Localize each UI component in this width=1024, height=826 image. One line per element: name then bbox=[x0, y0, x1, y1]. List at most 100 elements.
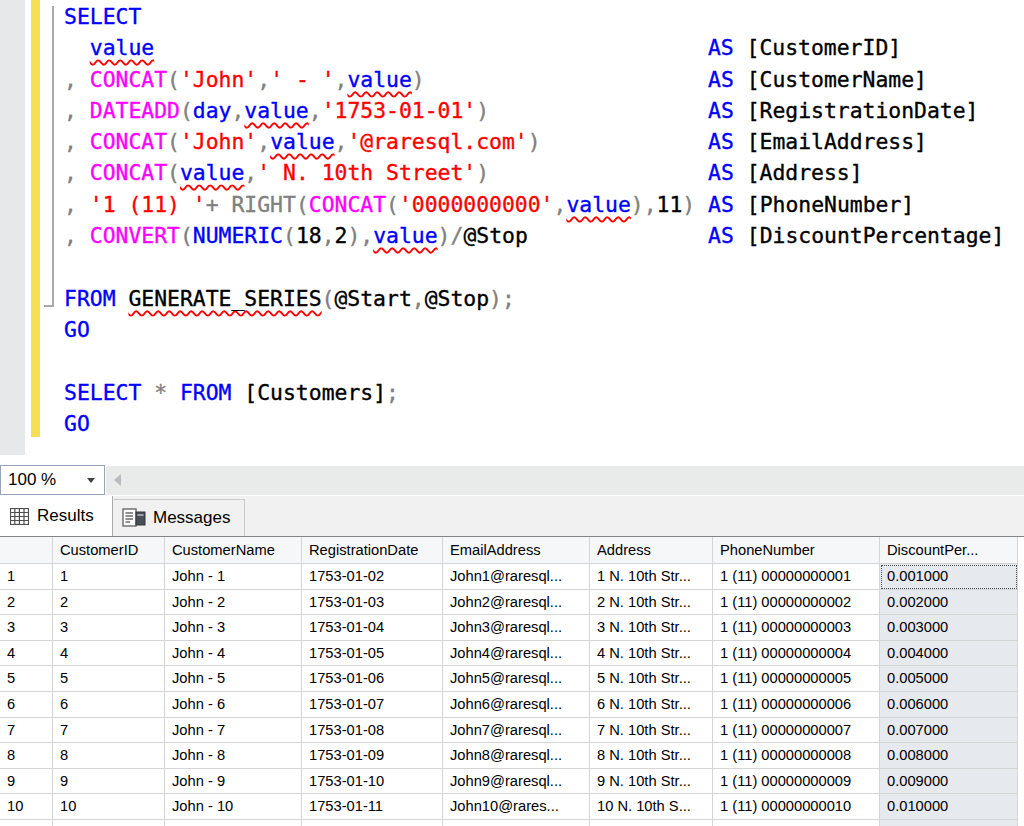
grid-cell[interactable]: 9 N. 10th Str... bbox=[590, 769, 713, 795]
row-number-cell[interactable]: 5 bbox=[0, 666, 53, 692]
grid-cell[interactable]: 0.008000 bbox=[880, 743, 1018, 769]
grid-cell[interactable]: 4 bbox=[53, 641, 165, 667]
grid-cell[interactable]: 1753-01-04 bbox=[302, 615, 443, 641]
row-number-cell[interactable]: 7 bbox=[0, 718, 53, 744]
grid-cell[interactable]: 8 bbox=[53, 743, 165, 769]
sql-code-text[interactable]: SELECT value AS [CustomerID], CONCAT('Jo… bbox=[64, 1, 1004, 439]
grid-cell[interactable]: John - 5 bbox=[165, 666, 302, 692]
grid-cell[interactable]: John10@rares... bbox=[443, 794, 590, 820]
grid-cell[interactable]: 6 N. 10th Str... bbox=[590, 692, 713, 718]
grid-cell[interactable]: John5@raresql... bbox=[443, 666, 590, 692]
grid-cell[interactable]: 0.001000 bbox=[880, 564, 1018, 590]
grid-cell[interactable]: John - 8 bbox=[165, 743, 302, 769]
grid-cell[interactable]: 1 (11) 00000000010 bbox=[713, 794, 880, 820]
grid-cell[interactable]: John2@raresql... bbox=[443, 590, 590, 616]
column-header[interactable]: DiscountPer... bbox=[880, 537, 1018, 564]
grid-cell[interactable]: 8 N. 10th Str... bbox=[590, 743, 713, 769]
row-number-cell[interactable]: 2 bbox=[0, 590, 53, 616]
grid-cell[interactable]: 1753-01-03 bbox=[302, 590, 443, 616]
grid-cell[interactable]: John7@raresql... bbox=[443, 718, 590, 744]
grid-cell[interactable]: John - 1 bbox=[165, 564, 302, 590]
grid-cell[interactable]: John - 7 bbox=[165, 718, 302, 744]
grid-cell[interactable]: 1 (11) 00000000004 bbox=[713, 641, 880, 667]
grid-cell[interactable]: 1 (11) 00000000008 bbox=[713, 743, 880, 769]
row-number-cell[interactable]: 8 bbox=[0, 743, 53, 769]
column-header[interactable]: Address bbox=[590, 537, 713, 564]
grid-cell[interactable]: 1753-01-09 bbox=[302, 743, 443, 769]
grid-cell[interactable]: 1753-01-11 bbox=[302, 794, 443, 820]
grid-cell[interactable]: 9 bbox=[53, 769, 165, 795]
grid-cell[interactable]: 1753-01-07 bbox=[302, 692, 443, 718]
grid-cell[interactable]: 1 (11) 00000000007 bbox=[713, 718, 880, 744]
grid-cell[interactable]: 0.004000 bbox=[880, 641, 1018, 667]
row-number-cell[interactable]: 1 bbox=[0, 564, 53, 590]
column-header[interactable]: CustomerName bbox=[165, 537, 302, 564]
grid-cell[interactable]: John - 3 bbox=[165, 615, 302, 641]
grid-cell[interactable]: 6 bbox=[53, 692, 165, 718]
row-number-cell[interactable]: 4 bbox=[0, 641, 53, 667]
scroll-left-icon[interactable] bbox=[114, 474, 121, 486]
grid-cell[interactable]: 1 (11) 00000000005 bbox=[713, 666, 880, 692]
code-token: , bbox=[244, 160, 257, 185]
grid-cell[interactable]: 1 (11) 00000000003 bbox=[713, 615, 880, 641]
grid-cell[interactable]: 7 bbox=[53, 718, 165, 744]
zoom-level-dropdown[interactable]: 100 % bbox=[0, 465, 105, 495]
grid-cell[interactable]: John - 10 bbox=[165, 794, 302, 820]
code-token: CONVERT bbox=[90, 223, 180, 248]
grid-cell[interactable]: 1 (11) 00000000006 bbox=[713, 692, 880, 718]
grid-cell[interactable]: 0.002000 bbox=[880, 590, 1018, 616]
grid-cell[interactable]: John - 9 bbox=[165, 769, 302, 795]
results-grid[interactable]: CustomerIDCustomerNameRegistrationDateEm… bbox=[0, 537, 1024, 826]
grid-cell[interactable]: John - 4 bbox=[165, 641, 302, 667]
grid-cell[interactable]: John1@raresql... bbox=[443, 564, 590, 590]
column-header[interactable]: EmailAddress bbox=[443, 537, 590, 564]
grid-cell[interactable]: 4 N. 10th Str... bbox=[590, 641, 713, 667]
grid-cell[interactable]: 1753-01-05 bbox=[302, 641, 443, 667]
grid-cell[interactable]: John - 2 bbox=[165, 590, 302, 616]
horizontal-scrollbar[interactable] bbox=[106, 466, 1024, 495]
grid-cell-partial bbox=[1018, 820, 1024, 826]
column-header[interactable]: CustomerID bbox=[53, 537, 165, 564]
row-number-cell[interactable]: 10 bbox=[0, 794, 53, 820]
column-header[interactable]: PhoneNumber bbox=[713, 537, 880, 564]
tab-messages[interactable]: Messages bbox=[114, 499, 245, 536]
row-number-cell[interactable]: 6 bbox=[0, 692, 53, 718]
grid-cell[interactable]: 0.009000 bbox=[880, 769, 1018, 795]
grid-cell[interactable]: 0.005000 bbox=[880, 666, 1018, 692]
column-header[interactable]: RegistrationDate bbox=[302, 537, 443, 564]
grid-cell[interactable]: John3@raresql... bbox=[443, 615, 590, 641]
grid-cell[interactable]: 10 N. 10th S... bbox=[590, 794, 713, 820]
grid-cell[interactable]: 3 N. 10th Str... bbox=[590, 615, 713, 641]
grid-cell[interactable]: 0.006000 bbox=[880, 692, 1018, 718]
grid-cell[interactable]: 1 N. 10th Str... bbox=[590, 564, 713, 590]
grid-cell[interactable]: John8@raresql... bbox=[443, 743, 590, 769]
grid-cell[interactable]: John - 6 bbox=[165, 692, 302, 718]
grid-cell[interactable]: 1 (11) 00000000009 bbox=[713, 769, 880, 795]
grid-cell[interactable]: John4@raresql... bbox=[443, 641, 590, 667]
grid-cell[interactable]: 1753-01-10 bbox=[302, 769, 443, 795]
code-token: , bbox=[322, 223, 335, 248]
grid-cell[interactable]: 5 bbox=[53, 666, 165, 692]
grid-cell[interactable]: 1 bbox=[53, 564, 165, 590]
grid-cell[interactable]: 5 N. 10th Str... bbox=[590, 666, 713, 692]
grid-cell[interactable]: 7 N. 10th Str... bbox=[590, 718, 713, 744]
row-number-cell[interactable]: 3 bbox=[0, 615, 53, 641]
grid-cell[interactable]: 1753-01-08 bbox=[302, 718, 443, 744]
grid-cell[interactable]: John9@raresql... bbox=[443, 769, 590, 795]
grid-cell[interactable]: 1 (11) 00000000002 bbox=[713, 590, 880, 616]
grid-cell[interactable]: 0.007000 bbox=[880, 718, 1018, 744]
grid-cell[interactable]: 1753-01-02 bbox=[302, 564, 443, 590]
grid-cell[interactable]: John6@raresql... bbox=[443, 692, 590, 718]
grid-cell[interactable]: 1753-01-06 bbox=[302, 666, 443, 692]
grid-cell[interactable]: 10 bbox=[53, 794, 165, 820]
grid-cell[interactable]: 2 N. 10th Str... bbox=[590, 590, 713, 616]
sql-editor[interactable]: SELECT value AS [CustomerID], CONCAT('Jo… bbox=[0, 0, 1024, 455]
grid-cell[interactable]: 0.003000 bbox=[880, 615, 1018, 641]
grid-cell[interactable]: 1 (11) 00000000001 bbox=[713, 564, 880, 590]
grid-cell[interactable]: 3 bbox=[53, 615, 165, 641]
row-number-header[interactable] bbox=[0, 537, 53, 564]
tab-results[interactable]: Results bbox=[0, 496, 113, 536]
grid-cell[interactable]: 2 bbox=[53, 590, 165, 616]
row-number-cell[interactable]: 9 bbox=[0, 769, 53, 795]
grid-cell[interactable]: 0.010000 bbox=[880, 794, 1018, 820]
